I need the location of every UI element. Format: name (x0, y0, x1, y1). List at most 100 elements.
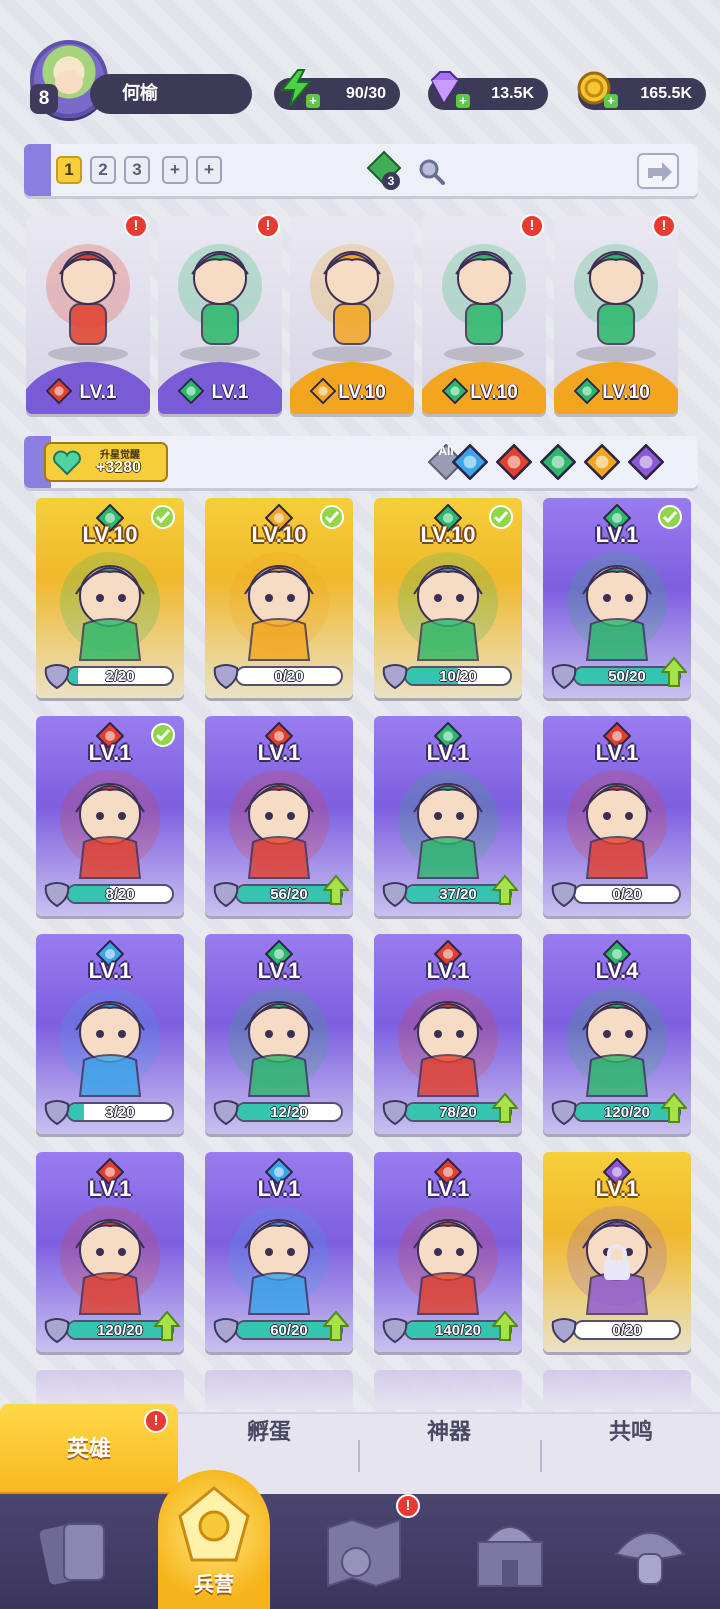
upgrade-arrow-icon[interactable] (323, 1310, 349, 1342)
upgrade-arrow-icon[interactable] (492, 874, 518, 906)
hero-card[interactable]: LV.10 2/20 (36, 498, 184, 698)
lineup-level: LV.10 (602, 382, 650, 403)
upgrade-arrow-icon[interactable] (661, 1092, 687, 1124)
lineup-alert-badge: ! (652, 214, 676, 238)
filter-light-button[interactable] (583, 443, 621, 481)
shard-icon (551, 1318, 577, 1344)
lineup-alert-badge: ! (256, 214, 280, 238)
lineup-hero-card[interactable]: LV.10 (554, 216, 678, 414)
energy-value: 90/30 (345, 85, 386, 102)
hero-card-partial[interactable] (374, 1370, 522, 1410)
upgrade-arrow-icon[interactable] (492, 1092, 518, 1124)
hero-portrait (178, 244, 262, 362)
lineup-hero-card[interactable]: LV.10 (422, 216, 546, 414)
team-tab-1[interactable]: 1 (56, 156, 82, 184)
nav-barracks-label: 兵营 (194, 1572, 234, 1596)
map-alert-badge: ! (396, 1494, 420, 1518)
team-tab-3[interactable]: 3 (124, 156, 150, 184)
hero-portrait (46, 244, 130, 362)
shard-icon (213, 664, 239, 690)
heroes-alert-badge: ! (144, 1409, 168, 1433)
shard-icon (44, 664, 70, 690)
hero-card[interactable]: LV.1 56/20 (205, 716, 353, 916)
heart-icon (53, 450, 81, 476)
add-coins-icon[interactable]: + (604, 94, 618, 108)
shard-progress-bar: 0/20 (573, 884, 681, 904)
team-tab-2[interactable]: 2 (90, 156, 116, 184)
hero-level: LV.1 (426, 958, 470, 983)
lineup-hero-card[interactable]: LV.10 (290, 216, 414, 414)
wind-element-icon (539, 443, 577, 484)
filter-fire-button[interactable] (495, 443, 533, 481)
player-level-badge: 8 (30, 84, 58, 114)
lineup-alert-badge: ! (124, 214, 148, 238)
shard-icon (551, 882, 577, 908)
hero-card[interactable]: LV.1 0/20 (543, 1152, 691, 1352)
upgrade-arrow-icon[interactable] (661, 656, 687, 688)
hero-level: LV.4 (595, 958, 639, 983)
hero-card[interactable]: LV.1 0/20 (543, 716, 691, 916)
top-bar: 何榆 8 90/30 + 13.5K + 165.5K + (0, 0, 720, 130)
add-gems-icon[interactable]: + (456, 94, 470, 108)
hero-card[interactable]: LV.1 12/20 (205, 934, 353, 1134)
tab-artifact[interactable]: 神器 (360, 1414, 538, 1496)
hero-level: LV.1 (595, 1176, 639, 1201)
hero-card[interactable]: LV.1 120/20 (36, 1152, 184, 1352)
hero-level: LV.1 (426, 740, 470, 765)
hero-card[interactable]: LV.1 8/20 (36, 716, 184, 916)
shard-count: 0/20 (612, 886, 642, 903)
check-icon (489, 505, 513, 529)
shard-progress-bar: 12/20 (235, 1102, 343, 1122)
light-element-icon (583, 443, 621, 484)
shard-count: 8/20 (105, 886, 135, 903)
upgrade-arrow-icon[interactable] (154, 1310, 180, 1342)
water-element-icon (451, 443, 489, 484)
hero-level: LV.1 (257, 958, 301, 983)
add-team-button-2[interactable]: + (196, 156, 222, 184)
shard-progress-bar: 10/20 (404, 666, 512, 686)
filter-dark-button[interactable] (627, 443, 665, 481)
hero-card-partial[interactable] (205, 1370, 353, 1410)
nav-mushroom-icon[interactable] (604, 1508, 696, 1598)
nav-castle-icon[interactable] (464, 1508, 556, 1598)
hero-card[interactable]: LV.10 10/20 (374, 498, 522, 698)
dark-element-icon (627, 443, 665, 484)
filter-water-button[interactable] (451, 443, 489, 481)
add-energy-icon[interactable]: + (306, 94, 320, 108)
team-bar: 1 2 3 + + 3 (24, 144, 698, 196)
awaken-value: +3280 (96, 459, 141, 476)
lineup-hero-card[interactable]: LV.1 (26, 216, 150, 414)
lock-icon (604, 1244, 630, 1280)
upgrade-arrow-icon[interactable] (323, 874, 349, 906)
hero-card[interactable]: LV.1 50/20 (543, 498, 691, 698)
nav-map-icon[interactable] (318, 1508, 410, 1598)
nav-cards-icon[interactable] (30, 1508, 122, 1598)
hero-card[interactable]: LV.1 60/20 (205, 1152, 353, 1352)
hero-card[interactable]: LV.1 3/20 (36, 934, 184, 1134)
add-team-button[interactable]: + (162, 156, 188, 184)
hero-card[interactable]: LV.1 78/20 (374, 934, 522, 1134)
hero-portrait (442, 244, 526, 362)
filter-wind-button[interactable] (539, 443, 577, 481)
bottom-nav (0, 1494, 720, 1609)
lineup-hero-card[interactable]: LV.1 (158, 216, 282, 414)
share-icon[interactable] (636, 150, 680, 190)
star-awaken-button[interactable]: 升星觉醒 +3280 (44, 442, 168, 482)
shard-count: 12/20 (270, 1104, 308, 1121)
lineup-level: LV.1 (211, 382, 249, 403)
hero-portrait (310, 244, 394, 362)
hero-card[interactable]: LV.10 0/20 (205, 498, 353, 698)
hero-card[interactable]: LV.1 140/20 (374, 1152, 522, 1352)
upgrade-arrow-icon[interactable] (492, 1310, 518, 1342)
hero-card-partial[interactable] (543, 1370, 691, 1410)
shard-icon (213, 882, 239, 908)
shard-icon (44, 1318, 70, 1344)
hero-level: LV.1 (257, 740, 301, 765)
shard-icon (551, 664, 577, 690)
player-name-pill[interactable]: 何榆 (90, 74, 252, 114)
search-icon[interactable] (416, 156, 446, 186)
tab-resonance[interactable]: 共鸣 (542, 1414, 720, 1496)
shard-count: 0/20 (274, 668, 304, 685)
hero-card[interactable]: LV.1 37/20 (374, 716, 522, 916)
hero-card[interactable]: LV.4 120/20 (543, 934, 691, 1134)
